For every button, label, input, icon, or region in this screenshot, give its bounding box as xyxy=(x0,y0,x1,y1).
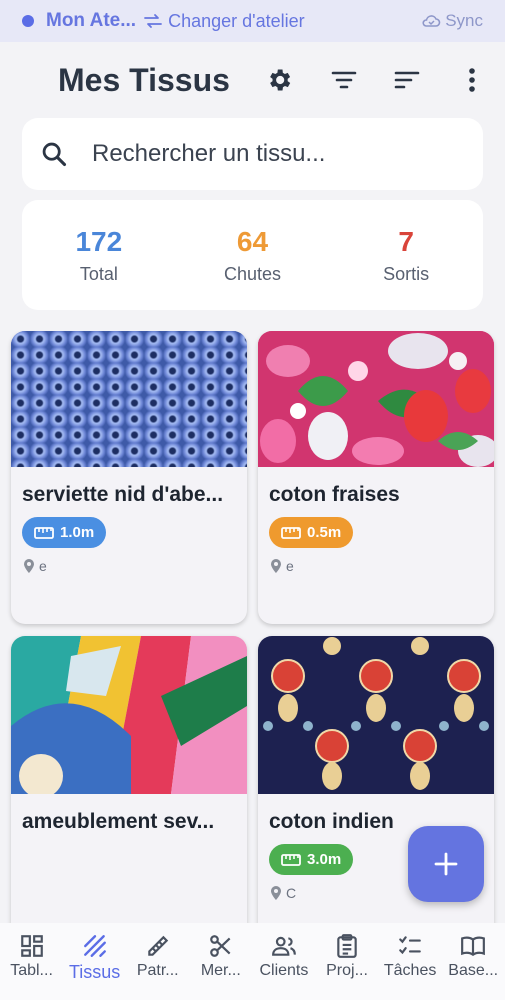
nav-item-taches[interactable]: Tâches xyxy=(379,923,442,1000)
strawberry-print xyxy=(258,331,494,467)
page-title: Mes Tissus xyxy=(58,61,230,98)
settings-button[interactable] xyxy=(261,62,297,98)
switch-workshop-button[interactable]: Changer d'atelier xyxy=(144,11,305,32)
book-icon xyxy=(461,936,486,956)
fabric-card[interactable]: serviette nid d'abe... 1.0m e xyxy=(11,331,247,624)
location-pin-icon xyxy=(271,886,281,900)
sync-label: Sync xyxy=(445,11,483,30)
length-badge: 0.5m xyxy=(269,517,354,548)
location-label: e xyxy=(286,558,294,574)
clients-icon xyxy=(272,936,296,956)
bottom-nav: Tabl... Tissus Patr... Mer... Clients Pr… xyxy=(0,923,505,1000)
nav-label: Tâches xyxy=(383,962,437,979)
plus-icon xyxy=(434,852,458,876)
clipboard-icon xyxy=(337,934,357,958)
length-value: 3.0m xyxy=(307,851,342,868)
nav-item-patrons[interactable]: Patr... xyxy=(126,923,189,1000)
nav-label: Clients xyxy=(259,962,309,979)
sort-icon xyxy=(394,71,420,89)
fabric-title: ameublement sev... xyxy=(22,810,215,833)
workshop-name[interactable]: Mon Ate... xyxy=(46,10,136,32)
nav-item-base[interactable]: Base... xyxy=(442,923,505,1000)
swap-icon xyxy=(144,14,162,28)
nav-item-clients[interactable]: Clients xyxy=(252,923,315,1000)
search-bar[interactable] xyxy=(22,118,483,190)
fabric-photo xyxy=(11,636,247,794)
abstract-print xyxy=(11,636,247,794)
dashboard-icon xyxy=(20,935,43,957)
sync-button[interactable]: Sync xyxy=(421,11,483,31)
nav-item-tableau[interactable]: Tabl... xyxy=(0,923,63,1000)
switch-workshop-label: Changer d'atelier xyxy=(168,10,305,31)
pattern-icon xyxy=(147,935,168,956)
fabric-card[interactable]: coton fraises 0.5m e xyxy=(258,331,494,624)
sort-button[interactable] xyxy=(389,62,425,98)
stat-value: 64 xyxy=(236,225,269,257)
cloud-sync-icon xyxy=(422,15,441,27)
app-header: Mes Tissus xyxy=(0,52,505,108)
filter-button[interactable] xyxy=(326,62,362,98)
length-value: 0.5m xyxy=(307,524,342,541)
fabric-title: coton fraises xyxy=(269,483,400,506)
stats-panel: 172 Total 64 Chutes 7 Sortis xyxy=(22,200,483,310)
nav-label: Mer... xyxy=(200,962,241,979)
location: e xyxy=(24,558,247,574)
nav-item-projets[interactable]: Proj... xyxy=(315,923,378,1000)
stat-value: 7 xyxy=(398,225,414,257)
more-vert-icon xyxy=(469,68,475,92)
more-options-button[interactable] xyxy=(454,62,490,98)
fabric-title: serviette nid d'abe... xyxy=(22,483,224,506)
filter-icon xyxy=(331,71,357,89)
stat-value: 172 xyxy=(75,225,123,257)
location-label: C xyxy=(286,885,297,901)
location-pin-icon xyxy=(24,559,34,573)
location: e xyxy=(271,558,494,574)
search-input[interactable] xyxy=(92,140,432,168)
location-pin-icon xyxy=(271,559,281,573)
add-fabric-button[interactable] xyxy=(408,826,484,902)
ruler-icon xyxy=(281,526,301,539)
fabric-card[interactable]: ameublement sev... xyxy=(11,636,247,923)
gear-icon xyxy=(270,69,291,91)
nav-label: Tabl... xyxy=(10,962,53,979)
length-badge: 3.0m xyxy=(269,844,354,875)
nav-label: Base... xyxy=(448,962,499,979)
ruler-icon xyxy=(34,526,54,539)
stat-total[interactable]: 172 Total xyxy=(39,226,159,285)
scissors-icon xyxy=(209,935,231,957)
stat-label: Chutes xyxy=(223,263,281,284)
nav-label: Tissus xyxy=(68,962,121,982)
fabric-photo xyxy=(258,636,494,794)
stat-chutes[interactable]: 64 Chutes xyxy=(192,226,312,285)
nav-label: Proj... xyxy=(326,962,368,979)
checklist-icon xyxy=(399,936,421,955)
length-value: 1.0m xyxy=(60,524,95,541)
search-icon xyxy=(42,142,67,167)
nav-item-mercerie[interactable]: Mer... xyxy=(189,923,252,1000)
stat-label: Sortis xyxy=(383,263,430,284)
location-label: e xyxy=(39,558,47,574)
workshop-bar: Mon Ate... Changer d'atelier Sync xyxy=(0,0,505,42)
workshop-status-dot xyxy=(22,15,34,27)
nav-label: Patr... xyxy=(136,962,179,979)
fabric-icon xyxy=(83,935,106,957)
fabric-photo xyxy=(11,331,247,467)
stat-label: Total xyxy=(79,263,118,284)
stat-sortis[interactable]: 7 Sortis xyxy=(346,226,466,285)
fabric-photo xyxy=(258,331,494,467)
length-badge: 1.0m xyxy=(22,517,107,548)
ruler-icon xyxy=(281,853,301,866)
nav-item-tissus[interactable]: Tissus xyxy=(63,923,126,1000)
indian-block-print xyxy=(258,636,494,794)
